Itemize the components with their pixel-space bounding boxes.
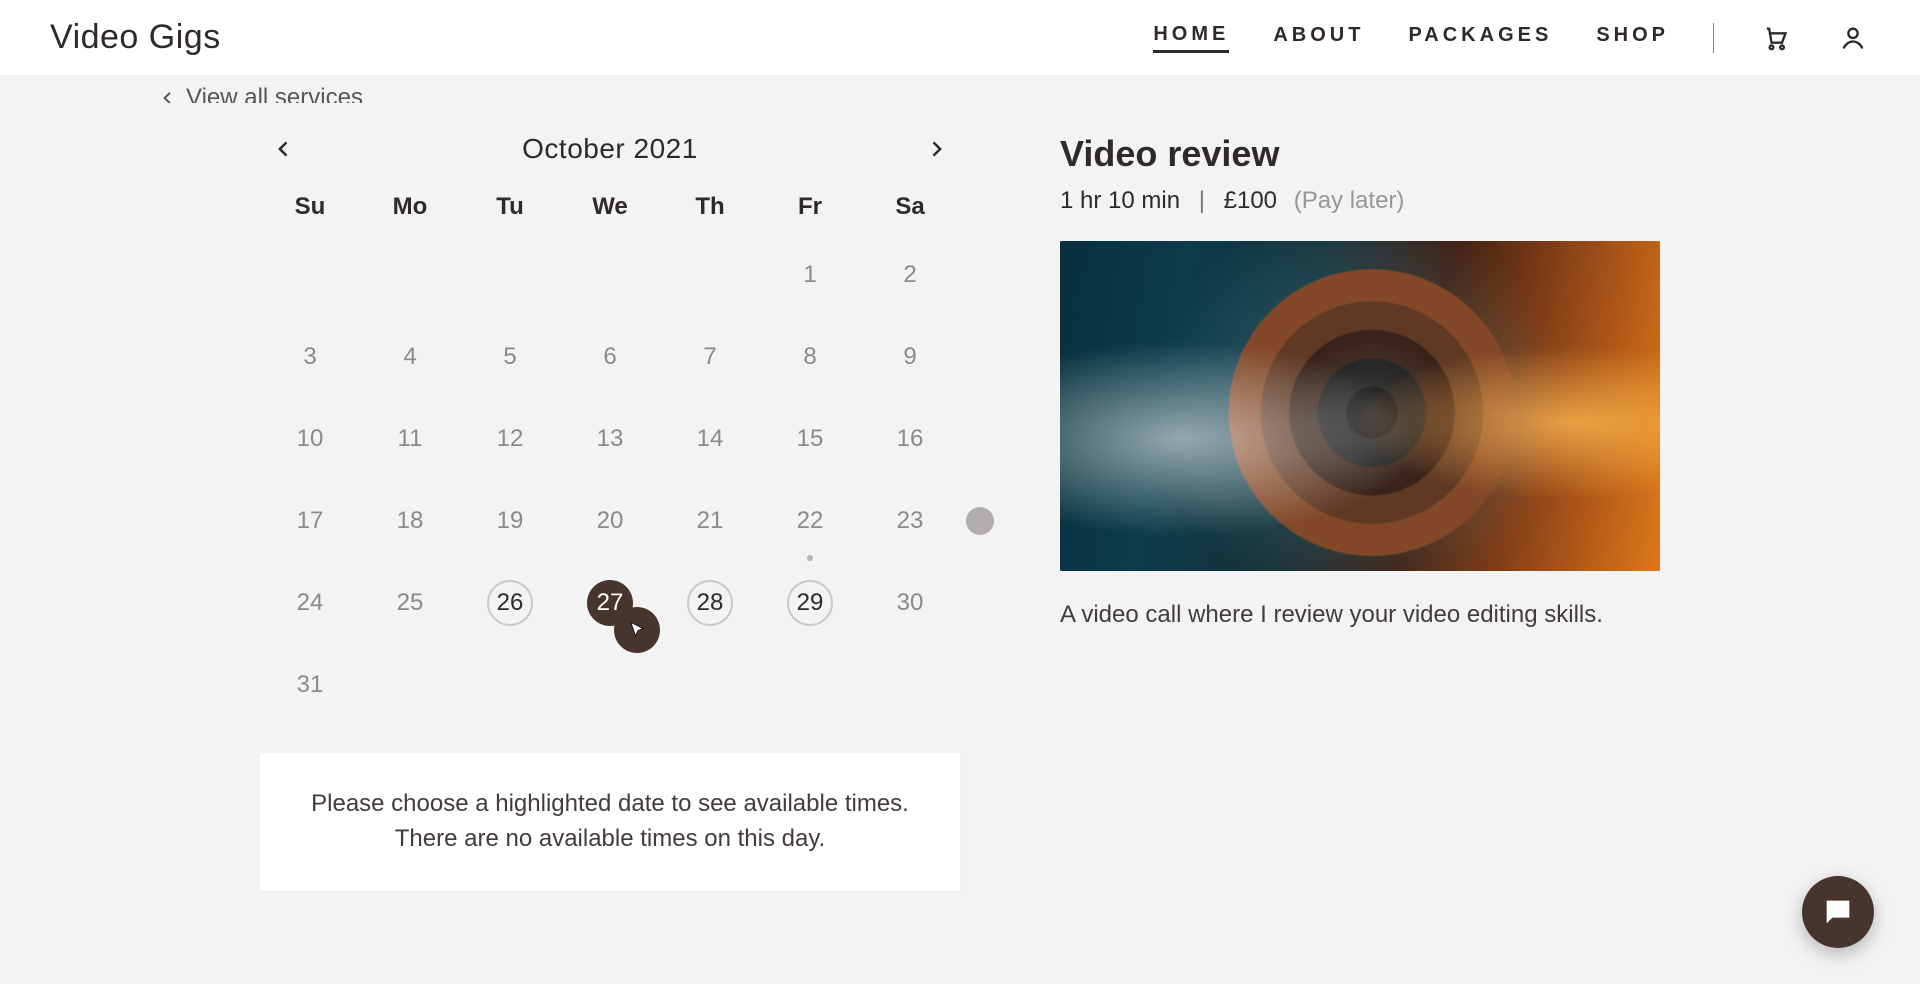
calendar-next-month[interactable] [920, 133, 952, 165]
service-details: Video review 1 hr 10 min | £100 (Pay lat… [1060, 133, 1660, 653]
nav-shop[interactable]: SHOP [1596, 24, 1669, 51]
calendar-day: 31 [260, 657, 360, 713]
calendar-weekday: We [560, 193, 660, 221]
calendar-weekday: Fr [760, 193, 860, 221]
calendar-day: 30 [860, 575, 960, 631]
calendar-day: 25 [360, 575, 460, 631]
calendar-prev-month[interactable] [268, 133, 300, 165]
calendar-day: 16 [860, 411, 960, 467]
calendar-day-available[interactable]: 28 [660, 575, 760, 631]
camera-lens-graphic [1060, 241, 1660, 571]
service-description: A video call where I review your video e… [1060, 601, 1660, 629]
service-pay-note: (Pay later) [1294, 187, 1405, 214]
calendar-day-available[interactable]: 26 [460, 575, 560, 631]
calendar-grid: SuMoTuWeThFrSa12345678910111213141516171… [260, 193, 960, 713]
calendar-day: 2 [860, 247, 960, 303]
calendar-day: 23 [860, 493, 960, 549]
calendar-day: 3 [260, 329, 360, 385]
calendar-day: 15 [760, 411, 860, 467]
brand-title[interactable]: Video Gigs [50, 18, 221, 57]
site-header: Video Gigs HOME ABOUT PACKAGES SHOP [0, 0, 1920, 75]
nav-about[interactable]: ABOUT [1273, 24, 1364, 51]
calendar-day: 6 [560, 329, 660, 385]
calendar-day: 5 [460, 329, 560, 385]
calendar-day: 19 [460, 493, 560, 549]
service-image [1060, 241, 1660, 571]
calendar-day: 13 [560, 411, 660, 467]
chat-icon [1821, 895, 1855, 929]
calendar-day: 14 [660, 411, 760, 467]
calendar-day: 9 [860, 329, 960, 385]
calendar-day-selected[interactable]: 27 [560, 575, 660, 631]
booking-page: View all services October 2021 SuMoTuWeT… [0, 75, 1920, 984]
calendar-day: 8 [760, 329, 860, 385]
calendar-day: 7 [660, 329, 760, 385]
calendar-day: 1 [760, 247, 860, 303]
calendar-day: 10 [260, 411, 360, 467]
calendar-day: 4 [360, 329, 460, 385]
chat-fab[interactable] [1802, 876, 1874, 948]
calendar-day: 17 [260, 493, 360, 549]
cart-icon[interactable] [1758, 21, 1792, 55]
calendar-weekday: Su [260, 193, 360, 221]
calendar-weekday: Th [660, 193, 760, 221]
service-duration: 1 hr 10 min [1060, 187, 1180, 214]
calendar-weekday: Tu [460, 193, 560, 221]
service-title: Video review [1060, 133, 1660, 175]
service-price: £100 [1224, 187, 1277, 214]
calendar-day: 20 [560, 493, 660, 549]
calendar-month-title: October 2021 [522, 133, 698, 165]
calendar-day-available[interactable]: 29 [760, 575, 860, 631]
account-icon[interactable] [1836, 21, 1870, 55]
calendar-day: 22 [760, 493, 860, 549]
nav-home[interactable]: HOME [1153, 23, 1229, 53]
back-to-services-label: View all services [186, 84, 363, 103]
chevron-right-icon [926, 139, 946, 159]
chevron-left-icon [160, 90, 176, 103]
primary-nav: HOME ABOUT PACKAGES SHOP [1153, 21, 1870, 55]
nav-divider [1713, 23, 1714, 53]
back-to-services-link[interactable]: View all services [0, 75, 1920, 103]
calendar-day: 24 [260, 575, 360, 631]
nav-packages[interactable]: PACKAGES [1408, 24, 1552, 51]
calendar-availability-notice: Please choose a highlighted date to see … [260, 753, 960, 891]
calendar-day: 21 [660, 493, 760, 549]
chevron-left-icon [274, 139, 294, 159]
calendar: October 2021 SuMoTuWeThFrSa1234567891011… [260, 133, 960, 891]
calendar-day: 11 [360, 411, 460, 467]
calendar-day: 18 [360, 493, 460, 549]
calendar-day: 12 [460, 411, 560, 467]
meta-separator: | [1199, 187, 1205, 214]
service-meta: 1 hr 10 min | £100 (Pay later) [1060, 187, 1660, 215]
calendar-weekday: Mo [360, 193, 460, 221]
calendar-weekday: Sa [860, 193, 960, 221]
